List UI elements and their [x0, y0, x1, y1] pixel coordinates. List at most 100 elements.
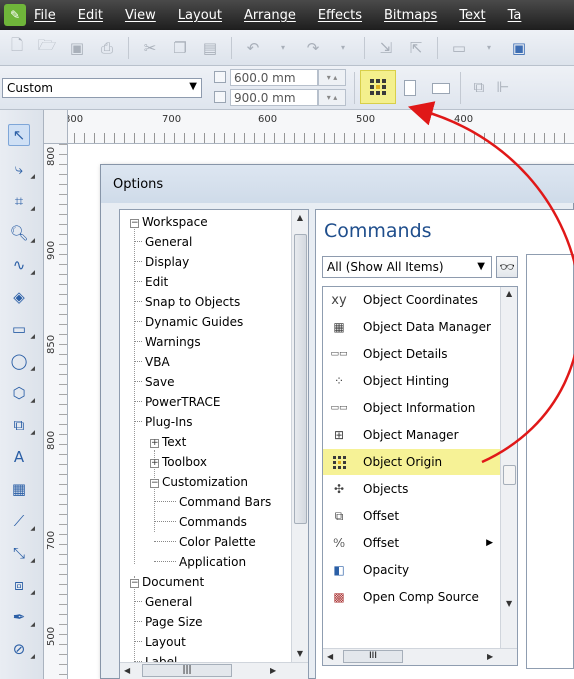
- command-item-object-hinting[interactable]: ⁘ Object Hinting: [323, 368, 501, 394]
- scrollbar-thumb[interactable]: [503, 465, 516, 485]
- tree-item-color-palette[interactable]: Color Palette: [154, 532, 256, 552]
- shape-tool-icon[interactable]: ⤷ ◢: [8, 158, 35, 180]
- expand-icon[interactable]: +: [150, 439, 159, 448]
- scroll-left-icon[interactable]: ◀: [327, 652, 333, 661]
- table-tool-icon[interactable]: ▦: [8, 478, 30, 500]
- page-width-field[interactable]: 600.0 mm: [214, 69, 330, 86]
- outline-tool-icon[interactable]: ⊘ ◢: [8, 638, 35, 660]
- cut-icon[interactable]: ✂: [141, 39, 159, 57]
- copy-icon[interactable]: ❐: [171, 39, 189, 57]
- tree-item-text[interactable]: + Text: [150, 432, 186, 452]
- tree-horizontal-scrollbar[interactable]: ◀ ||| ▶: [120, 662, 308, 679]
- save-icon[interactable]: ▣: [68, 39, 86, 57]
- current-page-icon[interactable]: ⊩: [494, 78, 512, 96]
- ellipse-tool-icon[interactable]: ◯ ◢: [8, 350, 35, 372]
- ruler-origin-corner[interactable]: [44, 110, 68, 144]
- page-height-spinner[interactable]: ▾ ▴: [318, 89, 346, 106]
- tree-item-page-size[interactable]: Page Size: [134, 612, 203, 632]
- page-height-field[interactable]: 900.0 mm: [214, 89, 330, 106]
- tree-item-snap-to-objects[interactable]: Snap to Objects: [134, 292, 240, 312]
- blend-tool-icon[interactable]: ⧈ ◢: [8, 574, 35, 596]
- menu-effects[interactable]: Effects: [318, 8, 362, 23]
- command-item-offset[interactable]: ⧉ Offset: [323, 503, 501, 529]
- command-item-objects[interactable]: ✣ Objects: [323, 476, 501, 502]
- application-launcher-icon[interactable]: ▭: [450, 39, 468, 57]
- page-width-spinner[interactable]: ▾ ▴: [318, 69, 346, 86]
- tree-item-vba[interactable]: VBA: [134, 352, 170, 372]
- tree-item-display[interactable]: Display: [134, 252, 189, 272]
- command-item-object-origin[interactable]: Object Origin: [323, 449, 501, 475]
- tree-item-toolbox[interactable]: + Toolbox: [150, 452, 207, 472]
- menu-tables[interactable]: Ta: [508, 8, 522, 23]
- print-icon[interactable]: ⎙: [98, 39, 116, 57]
- vertical-ruler[interactable]: 800 900 850 800 700 500: [44, 144, 68, 679]
- scrollbar-thumb[interactable]: [294, 234, 307, 524]
- polygon-tool-icon[interactable]: ⬡ ◢: [8, 382, 35, 404]
- export-icon[interactable]: ⇱: [407, 39, 425, 57]
- smart-fill-tool-icon[interactable]: ◈: [8, 286, 30, 308]
- scroll-right-icon[interactable]: ▶: [487, 652, 493, 661]
- tree-item-general[interactable]: General: [134, 232, 192, 252]
- collapse-icon[interactable]: −: [130, 579, 139, 588]
- freehand-tool-icon[interactable]: ∿ ◢: [8, 254, 35, 276]
- command-item-opacity[interactable]: ◧ Opacity: [323, 557, 501, 583]
- tree-item-document-general[interactable]: General: [134, 592, 192, 612]
- collapse-icon[interactable]: −: [150, 479, 159, 488]
- zoom-tool-icon[interactable]: 🔍︎ ◢: [8, 222, 35, 244]
- menu-view[interactable]: View: [125, 8, 156, 23]
- command-item-object-manager[interactable]: ⊞ Object Manager: [323, 422, 501, 448]
- menu-file[interactable]: File: [34, 8, 56, 23]
- collapse-icon[interactable]: −: [130, 219, 139, 228]
- paste-icon[interactable]: ▤: [201, 39, 219, 57]
- all-pages-icon[interactable]: ⧉: [470, 78, 488, 96]
- tree-item-layout[interactable]: Layout: [134, 632, 186, 652]
- tree-item-command-bars[interactable]: Command Bars: [154, 492, 271, 512]
- launcher-dropdown-icon[interactable]: ▾: [480, 39, 498, 57]
- app-logo-icon[interactable]: ✎: [4, 4, 26, 26]
- tree-item-edit[interactable]: Edit: [134, 272, 168, 292]
- tree-item-powertrace[interactable]: PowerTRACE: [134, 392, 220, 412]
- page-preset-dropdown[interactable]: Custom ▼: [2, 78, 202, 98]
- tree-item-warnings[interactable]: Warnings: [134, 332, 201, 352]
- scroll-up-icon[interactable]: ▲: [292, 210, 308, 226]
- welcome-screen-icon[interactable]: ▣: [510, 39, 528, 57]
- tree-item-workspace[interactable]: − Workspace: [130, 212, 208, 232]
- new-document-icon[interactable]: 🗋: [8, 36, 26, 57]
- expand-icon[interactable]: +: [150, 459, 159, 468]
- import-icon[interactable]: ⇲: [377, 39, 395, 57]
- connector-tool-icon[interactable]: ⤡ ◢: [8, 542, 35, 564]
- menu-layout[interactable]: Layout: [178, 8, 222, 23]
- tree-item-dynamic-guides[interactable]: Dynamic Guides: [134, 312, 243, 332]
- command-item-object-details[interactable]: ▭▭ Object Details: [323, 341, 501, 367]
- tree-item-application[interactable]: Application: [154, 552, 246, 572]
- scroll-down-icon[interactable]: ▼: [292, 646, 308, 662]
- portrait-icon[interactable]: [404, 80, 416, 96]
- rectangle-tool-icon[interactable]: ▭ ◢: [8, 318, 35, 340]
- command-filter-dropdown[interactable]: All (Show All Items) ▼: [322, 256, 492, 278]
- basic-shapes-tool-icon[interactable]: ⧉ ◢: [8, 414, 35, 436]
- undo-icon[interactable]: ↶: [244, 39, 262, 57]
- scrollbar-thumb[interactable]: III: [343, 650, 403, 663]
- scroll-down-icon[interactable]: ▼: [506, 599, 512, 608]
- redo-icon[interactable]: ↷: [304, 39, 322, 57]
- scroll-left-icon[interactable]: ◀: [124, 666, 130, 675]
- command-list-horizontal-scrollbar[interactable]: ◀ III ▶: [323, 648, 517, 665]
- command-item-open-comp-source[interactable]: ▩ Open Comp Source: [323, 584, 501, 610]
- menu-edit[interactable]: Edit: [78, 8, 103, 23]
- tree-item-plug-ins[interactable]: Plug-Ins: [134, 412, 193, 432]
- scrollbar-thumb[interactable]: |||: [142, 664, 232, 677]
- menu-text[interactable]: Text: [459, 8, 485, 23]
- eyedropper-tool-icon[interactable]: ✒ ◢: [8, 606, 35, 628]
- pick-tool-icon[interactable]: ↖: [8, 124, 30, 146]
- menu-arrange[interactable]: Arrange: [244, 8, 296, 23]
- page-height-input[interactable]: 900.0 mm: [230, 89, 318, 106]
- scroll-up-icon[interactable]: ▲: [506, 289, 512, 298]
- open-icon[interactable]: 🗁: [38, 36, 57, 57]
- page-width-input[interactable]: 600.0 mm: [230, 69, 318, 86]
- dimension-tool-icon[interactable]: ⟋ ◢: [8, 510, 35, 532]
- scroll-right-icon[interactable]: ▶: [270, 666, 276, 675]
- horizontal-ruler[interactable]: 800 700 600 500 400: [44, 110, 574, 144]
- landscape-icon[interactable]: [432, 83, 450, 94]
- crop-tool-icon[interactable]: ⌗ ◢: [8, 190, 35, 212]
- tree-item-document[interactable]: − Document: [130, 572, 204, 592]
